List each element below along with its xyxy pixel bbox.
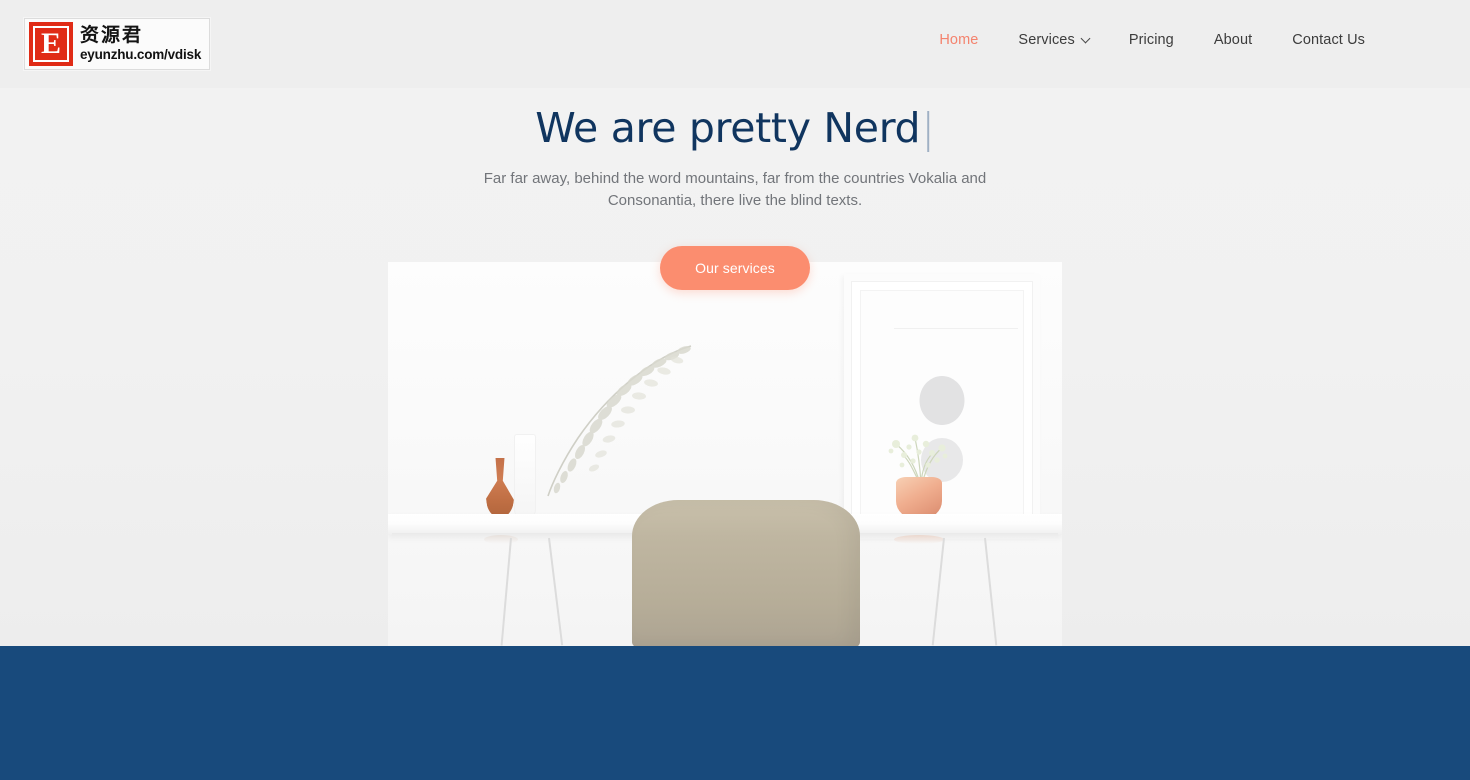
typing-cursor: | xyxy=(921,104,935,152)
page-root: We are pretty Nerd| Far far away, behind… xyxy=(0,0,1470,780)
chevron-down-icon xyxy=(1080,33,1091,44)
site-header: E 资源君 eyunzhu.com/vdisk Home Services Pr… xyxy=(0,0,1470,88)
nav-item-services[interactable]: Services xyxy=(998,28,1108,52)
hero-content: We are pretty Nerd| Far far away, behind… xyxy=(0,104,1470,290)
nav-item-home[interactable]: Home xyxy=(919,28,998,52)
hero-illustration xyxy=(388,262,1062,646)
nav-label: Contact Us xyxy=(1292,32,1365,48)
hero-subtitle: Far far away, behind the word mountains,… xyxy=(483,170,987,209)
picture-circle-upper xyxy=(919,376,965,425)
next-section-band xyxy=(0,646,1470,780)
nav-item-contact-us[interactable]: Contact Us xyxy=(1272,28,1385,52)
logo-mark-icon: E xyxy=(29,22,73,66)
dried-branch-icon xyxy=(547,345,692,497)
hero-title-text: We are pretty Nerd xyxy=(535,104,921,152)
pot-reflection xyxy=(894,535,944,544)
logo-letter: E xyxy=(40,27,61,60)
page-title: We are pretty Nerd| xyxy=(0,104,1470,152)
logo-text-group: 资源君 eyunzhu.com/vdisk xyxy=(80,23,202,62)
copper-pot xyxy=(896,477,942,519)
main-navigation: Home Services Pricing About Contact Us xyxy=(919,28,1385,52)
vase-reflection xyxy=(484,535,518,544)
glass-vase xyxy=(514,434,536,518)
potted-plant-icon xyxy=(888,434,948,484)
our-services-button[interactable]: Our services xyxy=(660,245,810,290)
logo-url: eyunzhu.com/vdisk xyxy=(80,46,202,62)
picture-line xyxy=(894,328,1018,329)
picture-mat xyxy=(860,290,1024,520)
nav-label: Pricing xyxy=(1128,32,1174,48)
picture-frame xyxy=(844,274,1040,536)
logo-chinese-name: 资源君 xyxy=(80,23,144,46)
office-chair xyxy=(632,500,860,646)
nav-item-about[interactable]: About xyxy=(1194,28,1272,52)
hero-section: We are pretty Nerd| Far far away, behind… xyxy=(0,0,1470,646)
nav-label: About xyxy=(1213,32,1253,48)
brand-logo[interactable]: E 资源君 eyunzhu.com/vdisk xyxy=(24,18,210,70)
nav-label: Services xyxy=(1018,32,1075,48)
nav-label: Home xyxy=(939,32,979,48)
nav-item-pricing[interactable]: Pricing xyxy=(1109,28,1194,52)
